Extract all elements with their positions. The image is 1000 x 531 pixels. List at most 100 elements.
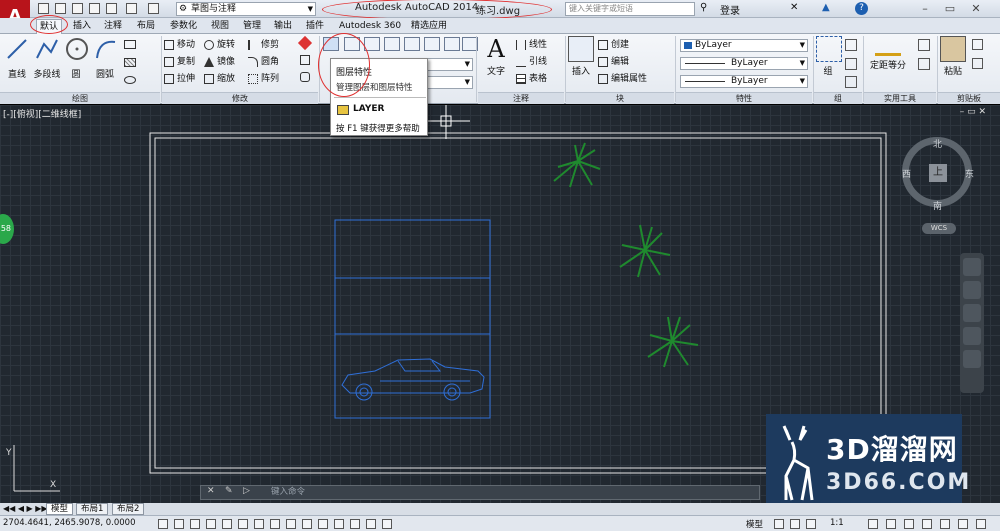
autodesk-icon[interactable]: ▲	[822, 2, 830, 13]
table-button[interactable]: 表格	[516, 72, 547, 86]
ungroup-icon[interactable]	[845, 39, 857, 51]
hardware-acceleration-icon[interactable]	[922, 519, 932, 529]
copy-button[interactable]: 复制	[164, 55, 195, 69]
tab-autodesk-360[interactable]: Autodesk 360	[336, 19, 404, 34]
tab-layout1[interactable]: 布局1	[76, 503, 109, 515]
grid-display-icon[interactable]	[190, 519, 200, 529]
transparency-icon[interactable]	[334, 519, 344, 529]
ucs-dynamic-icon[interactable]	[286, 519, 296, 529]
insert-block-button[interactable]: 插入	[568, 36, 594, 77]
open-icon[interactable]	[55, 3, 66, 14]
close-cmdline-icon[interactable]: ✕	[207, 486, 215, 496]
move-button[interactable]: 移动	[164, 38, 195, 52]
dynamic-input-icon[interactable]	[302, 519, 312, 529]
tab-view[interactable]: 视图	[208, 19, 232, 34]
cut-icon[interactable]	[972, 39, 983, 50]
object-snap-icon[interactable]	[238, 519, 248, 529]
layer-lock-icon[interactable]	[424, 37, 440, 51]
calculator-icon[interactable]	[918, 39, 930, 51]
paste-button[interactable]: 粘贴	[940, 36, 966, 77]
compass-east[interactable]: 东	[965, 167, 974, 180]
layer-freeze-icon[interactable]	[404, 37, 420, 51]
modify-panel-title[interactable]: 修改	[162, 92, 318, 104]
tab-model[interactable]: 模型	[46, 503, 74, 515]
otrack-icon[interactable]	[270, 519, 280, 529]
tab-layout2[interactable]: 布局2	[112, 503, 145, 515]
layer-isolate-icon[interactable]	[384, 37, 400, 51]
viewcube-top-face[interactable]: 上	[929, 164, 947, 182]
search-input[interactable]: 键入关键字或短语	[565, 2, 695, 16]
3d-osnap-icon[interactable]	[254, 519, 264, 529]
circle-button[interactable]: 圆	[64, 36, 88, 80]
ellipse-icon[interactable]	[124, 76, 136, 84]
exchange-icon[interactable]: ✕	[790, 2, 798, 13]
annotation-monitor-icon[interactable]	[382, 519, 392, 529]
coordinates-readout[interactable]: 2704.4641, 2465.9078, 0.0000	[3, 518, 135, 528]
redo-icon[interactable]	[148, 3, 159, 14]
command-prompt-icon[interactable]: ▷	[243, 486, 250, 496]
edit-block-button[interactable]: 编辑	[598, 55, 629, 69]
edit-attributes-button[interactable]: 编辑属性	[598, 72, 647, 86]
color-dropdown[interactable]: ByLayer ▼	[680, 39, 808, 52]
help-icon[interactable]: ?	[855, 2, 868, 15]
quick-view-drawings-icon[interactable]	[790, 519, 800, 529]
selection-cycling-icon[interactable]	[366, 519, 376, 529]
save-icon[interactable]	[72, 3, 83, 14]
customization-icon[interactable]	[976, 519, 986, 529]
drawing-canvas[interactable]: [-][俯视][二维线框] – ▭ ✕ 58 Y X 上 北 南 东 西 WCS…	[0, 105, 1000, 510]
print-icon[interactable]	[106, 3, 117, 14]
group-edit-icon[interactable]	[845, 58, 857, 70]
compass-north[interactable]: 北	[933, 137, 942, 150]
erase-icon[interactable]	[297, 35, 313, 51]
pan-status-icon[interactable]	[806, 519, 816, 529]
lock-icon[interactable]	[904, 519, 914, 529]
array-button[interactable]: 阵列	[248, 72, 279, 86]
leader-button[interactable]: 引线	[516, 55, 547, 69]
quick-properties-icon[interactable]	[350, 519, 360, 529]
create-block-button[interactable]: 创建	[598, 38, 629, 52]
polyline-button[interactable]: 多段线	[32, 36, 62, 80]
close-button[interactable]: ✕	[966, 1, 986, 16]
lineweight-icon[interactable]	[318, 519, 328, 529]
tab-annotate[interactable]: 注释	[101, 19, 125, 34]
offset-icon[interactable]	[300, 72, 310, 82]
linetype-dropdown[interactable]: ByLayer ▼	[680, 57, 808, 70]
save-as-icon[interactable]	[89, 3, 100, 14]
text-button[interactable]: A 文字	[482, 36, 510, 77]
group-select-icon[interactable]	[845, 76, 857, 88]
infer-constraints-icon[interactable]	[158, 519, 168, 529]
scale-button[interactable]: 缩放	[204, 72, 235, 86]
undo-icon[interactable]	[126, 3, 137, 14]
wcs-dropdown[interactable]: WCS	[922, 223, 956, 234]
arc-button[interactable]: 圆弧	[93, 36, 117, 80]
tab-insert[interactable]: 插入	[70, 19, 94, 34]
lineweight-dropdown[interactable]: ByLayer ▼	[680, 75, 808, 88]
quick-view-layouts-icon[interactable]	[774, 519, 784, 529]
tab-plugins[interactable]: 插件	[303, 19, 327, 34]
wrench-icon[interactable]: ✎	[225, 486, 233, 496]
isolate-objects-icon[interactable]	[940, 519, 950, 529]
rotate-button[interactable]: 旋转	[204, 38, 235, 52]
minimize-button[interactable]: –	[915, 1, 935, 16]
line-button[interactable]: 直线	[4, 36, 30, 80]
model-space-label[interactable]: 模型	[746, 518, 763, 530]
annotation-panel-title[interactable]: 注释	[478, 92, 564, 104]
measure-button[interactable]: 定距等分	[866, 36, 910, 71]
steering-wheel-icon[interactable]	[963, 258, 981, 276]
nav-first-icon[interactable]: ◀◀ ◀ ▶ ▶▶	[3, 504, 48, 513]
id-point-icon[interactable]	[918, 58, 930, 70]
clean-screen-icon[interactable]	[958, 519, 968, 529]
tab-manage[interactable]: 管理	[240, 19, 264, 34]
group-button[interactable]: 组	[816, 36, 842, 77]
workspace-switching-icon[interactable]	[886, 519, 896, 529]
tab-parametric[interactable]: 参数化	[167, 19, 200, 34]
ortho-mode-icon[interactable]	[206, 519, 216, 529]
polar-tracking-icon[interactable]	[222, 519, 232, 529]
mirror-button[interactable]: 镜像	[204, 55, 235, 69]
compass-south[interactable]: 南	[933, 199, 942, 212]
stretch-button[interactable]: 拉伸	[164, 72, 195, 86]
snap-mode-icon[interactable]	[174, 519, 184, 529]
rectangle-icon[interactable]	[124, 40, 136, 49]
copy-clip-icon[interactable]	[972, 58, 983, 69]
login-button[interactable]: 登录	[720, 2, 740, 17]
